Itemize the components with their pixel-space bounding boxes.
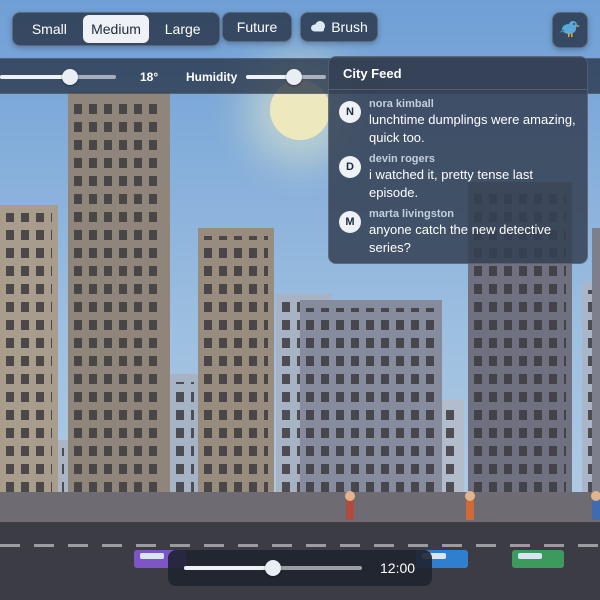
feed-author: marta livingston [369,208,454,220]
feed-item: D devin rogers i watched it, pretty tens… [339,152,585,202]
building [198,228,274,492]
lane-marking [0,544,600,547]
sidewalk [0,492,600,522]
avatar: M [339,211,361,233]
feed-item: M marta livingston anyone catch the new … [339,207,585,257]
cloud-icon [310,19,326,35]
feed-author: nora kimball [369,98,434,110]
building [68,92,170,492]
humidity-slider[interactable] [246,69,326,85]
avatar: D [339,156,361,178]
bird-icon [559,17,581,44]
building [592,228,600,492]
feed-message: lunchtime dumplings were amazing, quick … [369,112,576,145]
size-large-button[interactable]: Large [149,15,216,43]
time-slider-fill [184,566,273,570]
time-label: 12:00 [380,560,416,576]
divider [329,89,587,90]
pedestrian [345,491,355,520]
feed-message: anyone catch the new detective series? [369,222,552,255]
brush-button[interactable]: Brush [300,12,378,42]
temperature-slider[interactable] [0,69,116,85]
feed-item: N nora kimball lunchtime dumplings were … [339,97,585,147]
temperature-slider-fill [0,75,70,79]
avatar: N [339,101,361,123]
building [440,400,464,492]
building [300,300,442,492]
bird-button[interactable] [552,12,588,48]
feed-author: devin rogers [369,153,436,165]
pedestrian [591,491,600,520]
time-control: 12:00 [168,550,432,586]
time-slider-thumb[interactable] [265,560,281,576]
temperature-slider-thumb[interactable] [61,69,78,85]
future-button-label: Future [236,19,278,35]
feed-title: City Feed [343,66,402,81]
car [512,550,564,568]
size-small-button[interactable]: Small [16,15,83,43]
feed-message: i watched it, pretty tense last episode. [369,167,534,200]
size-selector: Small Medium Large [12,12,220,46]
future-button[interactable]: Future [222,12,292,42]
building [0,205,58,492]
city-feed-panel: City Feed N nora kimball lunchtime dumpl… [328,56,588,264]
size-medium-button[interactable]: Medium [82,15,150,43]
humidity-label: Humidity [186,70,238,84]
brush-button-label: Brush [331,19,368,35]
humidity-slider-thumb[interactable] [286,69,302,85]
building [170,374,200,492]
time-slider[interactable] [184,560,362,576]
pedestrian [465,491,475,520]
temperature-value: 18° [140,70,159,84]
